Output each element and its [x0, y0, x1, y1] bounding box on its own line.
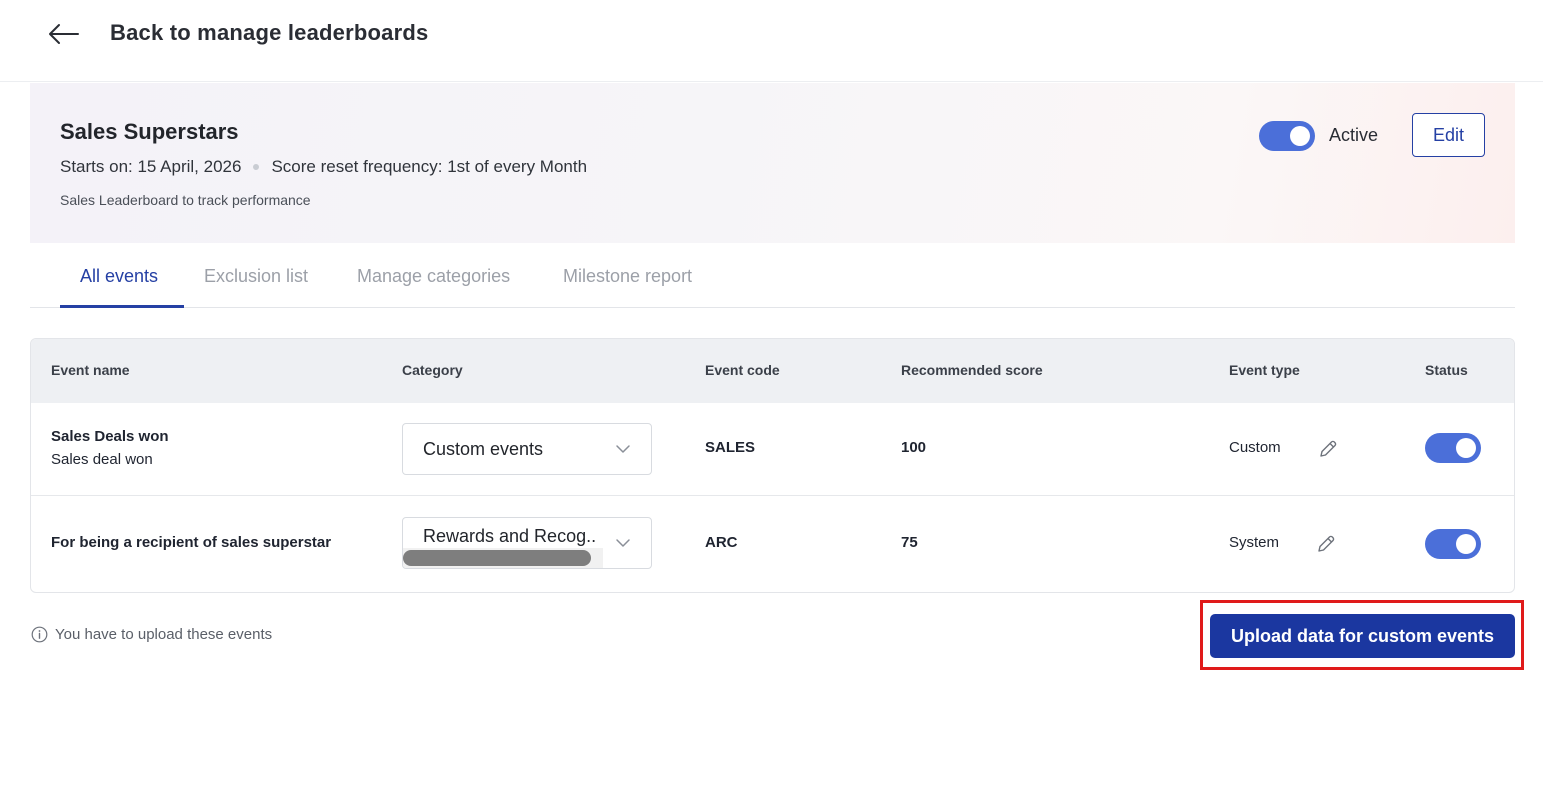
category-select[interactable]: Custom events: [402, 423, 652, 475]
upload-custom-events-button[interactable]: Upload data for custom events: [1210, 614, 1515, 658]
reset-frequency: Score reset frequency: 1st of every Mont…: [271, 157, 588, 176]
event-code: ARC: [705, 534, 738, 551]
active-tab-indicator: [60, 305, 184, 308]
tab-all-events[interactable]: All events: [80, 266, 158, 287]
category-value: Rewards and Recog..: [423, 526, 597, 546]
chevron-down-icon: [616, 539, 630, 547]
event-type: System: [1229, 534, 1280, 551]
table-row: For being a recipient of sales superstar…: [31, 497, 1514, 590]
table-header: Event name Category Event code Recommend…: [31, 339, 1514, 403]
status-toggle[interactable]: [1425, 433, 1481, 463]
column-header: Category: [402, 362, 463, 378]
leaderboard-description: Sales Leaderboard to track performance: [60, 192, 311, 208]
tab-exclusion-list[interactable]: Exclusion list: [204, 266, 308, 287]
column-header: Event name: [51, 362, 130, 378]
events-table: Event name Category Event code Recommend…: [30, 338, 1515, 593]
toggle-knob: [1456, 438, 1476, 458]
tab-manage-categories[interactable]: Manage categories: [357, 266, 510, 287]
event-name: For being a recipient of sales superstar: [51, 534, 332, 551]
start-date: Starts on: 15 April, 2026: [60, 157, 242, 176]
pencil-icon[interactable]: [1317, 438, 1339, 460]
pencil-icon[interactable]: [1315, 533, 1337, 555]
active-label: Active: [1329, 125, 1379, 145]
separator-dot: [253, 164, 260, 170]
event-subtitle: Sales deal won: [51, 451, 153, 468]
status-toggle[interactable]: [1425, 529, 1481, 559]
upload-info: You have to upload these events: [31, 626, 272, 643]
scrollbar-thumb[interactable]: [403, 550, 591, 566]
horizontal-scrollbar[interactable]: [403, 548, 603, 568]
recommended-score: 75: [901, 534, 918, 551]
toggle-knob: [1456, 534, 1476, 554]
event-code: SALES: [705, 439, 756, 456]
back-title[interactable]: Back to manage leaderboards: [110, 20, 428, 46]
tab-bar: All events Exclusion list Manage categor…: [30, 244, 1515, 308]
arrow-left-icon: [49, 24, 79, 44]
recommended-score: 100: [901, 439, 927, 456]
column-header: Event type: [1229, 362, 1300, 378]
info-circle-icon: [31, 626, 48, 643]
edit-button[interactable]: Edit: [1412, 113, 1485, 157]
column-header: Recommended score: [901, 362, 1043, 378]
toggle-knob: [1290, 126, 1310, 146]
tab-milestone-report[interactable]: Milestone report: [563, 266, 692, 287]
leaderboard-meta: Starts on: 15 April, 2026 Score reset fr…: [60, 157, 587, 177]
table-row: Sales Deals won Sales deal won Custom ev…: [31, 403, 1514, 496]
chevron-down-icon: [616, 445, 630, 453]
active-toggle[interactable]: [1259, 121, 1315, 151]
info-text: You have to upload these events: [55, 626, 273, 643]
category-value: Custom events: [423, 439, 544, 459]
top-bar: Back to manage leaderboards: [0, 0, 1543, 82]
column-header: Event code: [705, 362, 780, 378]
column-header: Status: [1425, 362, 1468, 378]
event-name: Sales Deals won: [51, 428, 169, 445]
category-select[interactable]: Rewards and Recog..: [402, 517, 652, 569]
back-button[interactable]: [44, 18, 84, 50]
leaderboard-title: Sales Superstars: [60, 119, 239, 144]
event-type: Custom: [1229, 439, 1281, 456]
leaderboard-header: Sales Superstars Starts on: 15 April, 20…: [30, 83, 1515, 243]
